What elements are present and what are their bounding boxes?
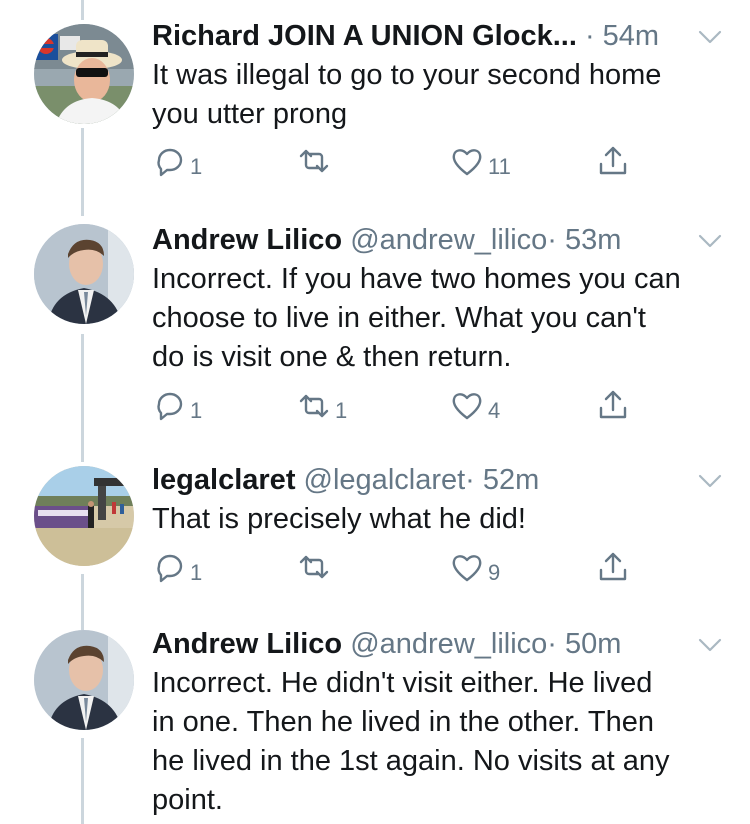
user-handle[interactable]: @andrew_lilico — [350, 224, 547, 256]
timestamp[interactable]: · 53m — [547, 224, 621, 256]
tweet-text: Incorrect. He didn't visit either. He li… — [152, 664, 720, 820]
avatar[interactable] — [34, 630, 134, 730]
tweet[interactable]: legalclaret @legalclaret· 52m That is pr… — [0, 462, 750, 622]
tweet-text: That is precisely what he did! — [152, 500, 720, 539]
tweet-text-line: It was illegal to go to your second home — [152, 59, 662, 91]
tweet-text-line: Incorrect. He didn't visit either. He li… — [152, 667, 653, 699]
display-name[interactable]: Andrew Lilico — [152, 628, 342, 660]
tweet-text-line: you utter prong — [152, 98, 348, 130]
like-count: 11 — [488, 154, 511, 179]
heart-icon — [452, 393, 482, 420]
chevron-down-icon[interactable] — [698, 234, 722, 248]
timestamp[interactable]: · 52m — [465, 464, 539, 496]
tweet-text-line: in one. Then he lived in the other. Then — [152, 706, 654, 738]
tweet-text-line: Incorrect. If you have two homes you can — [152, 263, 681, 295]
share-button[interactable] — [596, 388, 630, 422]
tweet-actions: 1 9 — [152, 550, 652, 590]
tweet-header: legalclaret @legalclaret· 52m — [152, 462, 720, 498]
retweet-button[interactable] — [297, 144, 335, 178]
tweet-header: Richard JOIN A UNION Glock... · 54m — [152, 18, 720, 54]
avatar[interactable] — [34, 466, 134, 566]
tweet[interactable]: Andrew Lilico @andrew_lilico· 50m Incorr… — [0, 626, 750, 824]
avatar[interactable] — [34, 224, 134, 324]
reply-button[interactable]: 1 — [152, 144, 202, 180]
like-button[interactable]: 11 — [450, 144, 511, 180]
retweet-icon — [299, 555, 329, 579]
share-icon — [599, 146, 627, 175]
reply-count: 1 — [190, 398, 203, 423]
chevron-down-icon[interactable] — [698, 474, 722, 488]
like-button[interactable]: 4 — [450, 388, 500, 424]
like-count: 9 — [488, 560, 501, 585]
retweet-button[interactable] — [297, 550, 335, 584]
user-handle[interactable]: @legalclaret — [304, 464, 466, 496]
tweet-actions: 1 1 4 — [152, 388, 652, 428]
tweet-text-line: point. — [152, 784, 223, 816]
tweet-header: Andrew Lilico @andrew_lilico· 53m — [152, 222, 720, 258]
retweet-count: 1 — [335, 398, 348, 423]
heart-icon — [452, 149, 482, 176]
tweet-text-line: do is visit one & then return. — [152, 341, 512, 373]
reply-icon — [157, 392, 183, 421]
tweet-actions: 1 11 — [152, 144, 652, 184]
avatar[interactable] — [34, 24, 134, 124]
retweet-icon — [299, 149, 329, 173]
tweet-text-line: he lived in the 1st again. No visits at … — [152, 745, 670, 777]
timestamp[interactable]: · 54m — [585, 20, 659, 52]
tweet-header: Andrew Lilico @andrew_lilico· 50m — [152, 626, 720, 662]
tweet-text: It was illegal to go to your second home… — [152, 56, 720, 134]
timestamp[interactable]: · 50m — [547, 628, 621, 660]
display-name[interactable]: Richard JOIN A UNION Glock... — [152, 20, 577, 52]
like-count: 4 — [488, 398, 501, 423]
retweet-button[interactable]: 1 — [297, 388, 347, 424]
tweet[interactable]: Andrew Lilico @andrew_lilico· 53m Incorr… — [0, 222, 750, 462]
tweet-text-line: choose to live in either. What you can't — [152, 302, 646, 334]
like-button[interactable]: 9 — [450, 550, 500, 586]
reply-icon — [157, 554, 183, 583]
share-button[interactable] — [596, 144, 630, 178]
user-handle[interactable]: @andrew_lilico — [350, 628, 547, 660]
thread-line — [81, 0, 84, 20]
chevron-down-icon[interactable] — [698, 638, 722, 652]
share-icon — [599, 390, 627, 419]
reply-button[interactable]: 1 — [152, 550, 202, 586]
share-icon — [599, 552, 627, 581]
chevron-down-icon[interactable] — [698, 30, 722, 44]
reply-count: 1 — [190, 154, 203, 179]
tweet[interactable]: Richard JOIN A UNION Glock... · 54m It w… — [0, 18, 750, 218]
heart-icon — [452, 555, 482, 582]
reply-button[interactable]: 1 — [152, 388, 202, 424]
retweet-icon — [299, 394, 329, 418]
display-name[interactable]: Andrew Lilico — [152, 224, 342, 256]
reply-icon — [157, 148, 183, 177]
display-name[interactable]: legalclaret — [152, 464, 295, 496]
tweet-text: Incorrect. If you have two homes you can… — [152, 260, 720, 377]
reply-count: 1 — [190, 560, 203, 585]
tweet-text-line: That is precisely what he did! — [152, 503, 526, 535]
share-button[interactable] — [596, 550, 630, 584]
